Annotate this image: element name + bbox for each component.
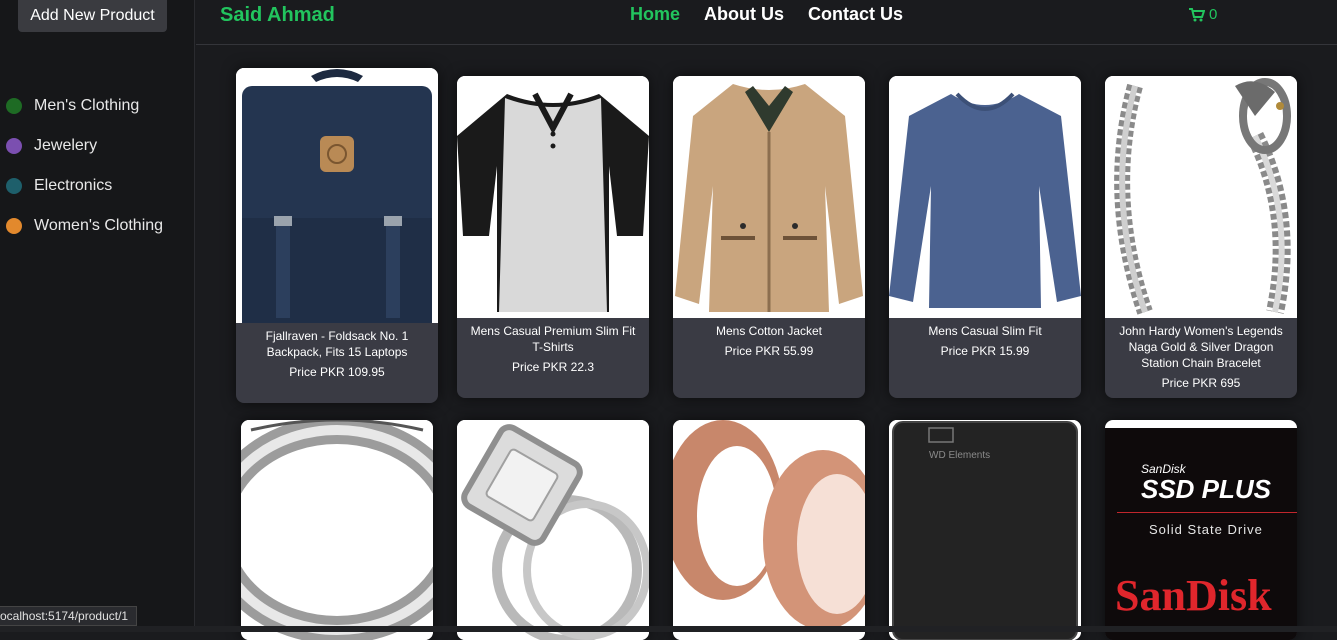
- category-womens-clothing[interactable]: Women's Clothing: [0, 206, 163, 246]
- product-price: Price PKR 22.3: [511, 360, 595, 374]
- category-jewelery[interactable]: Jewelery: [0, 126, 163, 166]
- product-image-tshirt: [457, 76, 649, 318]
- product-card[interactable]: SanDisk SSD PLUS Solid State Drive SanDi…: [1105, 420, 1297, 640]
- product-card[interactable]: [457, 420, 649, 640]
- product-title: Fjallraven - Foldsack No. 1 Backpack, Fi…: [265, 329, 409, 359]
- add-new-product-button[interactable]: Add New Product: [18, 0, 167, 32]
- product-title: Mens Casual Slim Fit: [928, 324, 1042, 338]
- product-card[interactable]: John Hardy Women's Legends Naga Gold & S…: [1105, 76, 1297, 398]
- product-image-silver-ring: [241, 420, 433, 640]
- cart-button[interactable]: 0: [1189, 6, 1217, 23]
- main-nav: Home About Us Contact Us: [630, 4, 903, 25]
- product-price: Price PKR 109.95: [289, 365, 385, 379]
- category-color-dot: [6, 98, 22, 114]
- product-title: Mens Cotton Jacket: [715, 324, 823, 338]
- product-price: Price PKR 695: [1161, 376, 1241, 390]
- cart-icon: [1189, 7, 1205, 21]
- cart-count: 0: [1209, 6, 1218, 23]
- product-image-sandisk-ssd: SanDisk SSD PLUS Solid State Drive SanDi…: [1105, 420, 1297, 640]
- brand-logo[interactable]: Said Ahmad: [220, 4, 335, 27]
- product-image-backpack: [236, 68, 438, 323]
- product-image-diamond-ring: [457, 420, 649, 640]
- product-price: Price PKR 15.99: [940, 344, 1030, 358]
- sandisk-subtitle: Solid State Drive: [1149, 522, 1263, 537]
- product-card[interactable]: Mens Cotton Jacket Price PKR 55.99: [673, 76, 865, 398]
- sandisk-logo: SanDisk: [1115, 571, 1272, 620]
- category-color-dot: [6, 218, 22, 234]
- product-image-jacket: [673, 76, 865, 318]
- product-card[interactable]: Fjallraven - Foldsack No. 1 Backpack, Fi…: [236, 68, 438, 403]
- product-card[interactable]: Mens Casual Slim Fit Price PKR 15.99: [889, 76, 1081, 398]
- wd-label: WD Elements: [929, 450, 991, 461]
- category-label: Jewelery: [34, 137, 98, 154]
- nav-contact-link[interactable]: Contact Us: [808, 4, 903, 25]
- nav-home-link[interactable]: Home: [630, 4, 680, 25]
- category-label: Men's Clothing: [34, 97, 140, 114]
- product-image-long-sleeve: [889, 76, 1081, 318]
- product-grid: Fjallraven - Foldsack No. 1 Backpack, Fi…: [196, 46, 1337, 640]
- product-image-rose-gold-plugs: [673, 420, 865, 640]
- product-image-wd-drive: WD Elements: [889, 420, 1081, 640]
- category-mens-clothing[interactable]: Men's Clothing: [0, 86, 163, 126]
- category-color-dot: [6, 138, 22, 154]
- category-list: Men's Clothing Jewelery Electronics Wome…: [0, 86, 163, 246]
- product-image-bracelet: [1105, 76, 1297, 318]
- sandisk-product-name: SSD PLUS: [1141, 474, 1272, 504]
- product-card[interactable]: [241, 420, 433, 640]
- product-title: John Hardy Women's Legends Naga Gold & S…: [1119, 324, 1283, 370]
- nav-about-link[interactable]: About Us: [704, 4, 784, 25]
- taskbar: [0, 626, 1337, 632]
- sidebar: Add New Product Men's Clothing Jewelery …: [0, 0, 195, 632]
- category-electronics[interactable]: Electronics: [0, 166, 163, 206]
- category-label: Electronics: [34, 177, 113, 194]
- category-color-dot: [6, 178, 22, 194]
- product-card[interactable]: [673, 420, 865, 640]
- top-navbar: Said Ahmad Home About Us Contact Us 0: [196, 0, 1337, 45]
- browser-status-url: ocalhost:5174/product/1: [0, 606, 138, 626]
- product-title: Mens Casual Premium Slim Fit T-Shirts: [470, 324, 636, 354]
- product-card[interactable]: Mens Casual Premium Slim Fit T-Shirts Pr…: [457, 76, 649, 398]
- category-label: Women's Clothing: [34, 217, 164, 234]
- product-price: Price PKR 55.99: [724, 344, 814, 358]
- product-card[interactable]: WD Elements: [889, 420, 1081, 640]
